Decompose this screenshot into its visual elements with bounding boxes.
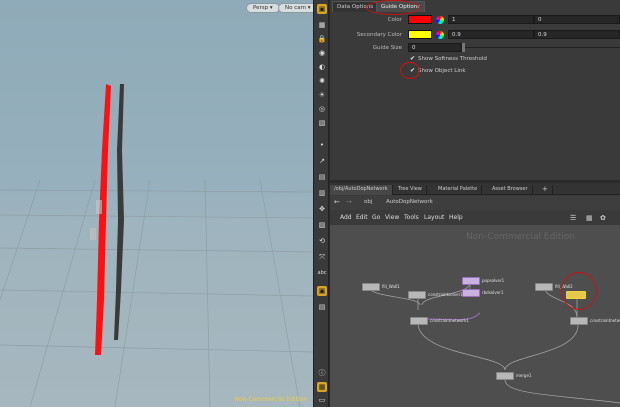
- node-fill-wall1-label: fill_Wall1: [382, 284, 400, 289]
- tab-tree-view[interactable]: Tree View: [394, 185, 427, 195]
- menu-view[interactable]: View: [385, 214, 399, 221]
- light-icon[interactable]: ✺: [317, 76, 327, 86]
- info-icon[interactable]: ⓘ: [317, 368, 327, 378]
- handle-icon[interactable]: ⤧: [317, 252, 327, 262]
- render-icon[interactable]: ▣: [317, 286, 327, 296]
- menu-edit[interactable]: Edit: [356, 214, 368, 221]
- menu-layout[interactable]: Layout: [424, 214, 444, 221]
- show-object-link-label: Show Object Link: [418, 68, 466, 74]
- menu-tools[interactable]: Tools: [404, 214, 419, 221]
- node-constraintsolver1[interactable]: [408, 291, 426, 299]
- secondary-color-swatch[interactable]: [408, 30, 432, 39]
- path-node[interactable]: AutoDopNetwork: [386, 199, 433, 205]
- shading-icon[interactable]: ▨: [317, 220, 327, 230]
- grid-view-icon[interactable]: ▦: [586, 214, 593, 222]
- single-view-icon[interactable]: ▭: [317, 395, 327, 404]
- network-tab-bar: /obj/AutoDopNetwork Tree View Material P…: [330, 183, 620, 195]
- node-highlight-ring: [561, 272, 597, 310]
- node-popsolver1[interactable]: [462, 277, 480, 285]
- show-softness-label: Show Softness Threshold: [418, 56, 487, 62]
- normal-icon[interactable]: ↗: [317, 156, 327, 166]
- palette-icon[interactable]: ✿: [600, 214, 606, 222]
- node-rbdsolver1-label: rbdsolver1: [482, 290, 504, 295]
- grid-icon[interactable]: ▦: [317, 20, 327, 30]
- persp-menu-button[interactable]: Persp ▾: [246, 3, 280, 13]
- lock-icon[interactable]: 🔒: [317, 34, 327, 44]
- node-constraintnetwork2[interactable]: [570, 317, 588, 325]
- color-g-field[interactable]: 0: [534, 15, 620, 24]
- viewport-toolbar: ▣ ▦ 🔒 ◉ ◐ ✺ ☀ ◎ ▧ • ↗ ▤ ▥ ✥ ▨ ⟲ ⤧ abc ▣ …: [313, 0, 329, 407]
- guide-size-label: Guide Size: [372, 45, 402, 51]
- red-guide-streak: [95, 84, 111, 355]
- checkbox-highlight-ring: [400, 62, 420, 79]
- persp-label: Persp: [253, 5, 269, 11]
- scene-viewport[interactable]: Persp ▾ No cam ▾ Non-Commercial Edition: [0, 0, 313, 407]
- color-swatch[interactable]: [408, 15, 432, 24]
- abc-icon[interactable]: abc: [317, 268, 327, 278]
- color-wheel-icon[interactable]: [436, 16, 444, 24]
- node-merge1[interactable]: [496, 372, 514, 380]
- guide-size-slider-handle[interactable]: [462, 43, 465, 52]
- node-constraintnetwork2-label: constraintnetwork2: [590, 318, 620, 323]
- tab-material-palette[interactable]: Material Palette: [434, 185, 483, 195]
- node-wires: [369, 282, 620, 404]
- parameter-pane: Data Options Guide Options Color 1 0 Sec…: [330, 0, 620, 180]
- path-root[interactable]: obj: [364, 199, 372, 205]
- forward-arrow-icon[interactable]: →: [346, 198, 352, 206]
- network-path-bar: ← → obj AutoDopNetwork: [330, 196, 620, 210]
- network-editor[interactable]: Non-Commercial Edition fill_Wall1 constr…: [330, 225, 620, 407]
- menu-add[interactable]: Add: [340, 214, 352, 221]
- network-pane: /obj/AutoDopNetwork Tree View Material P…: [330, 183, 620, 407]
- guide-size-field[interactable]: 0: [408, 43, 462, 52]
- point-icon[interactable]: •: [317, 140, 327, 150]
- black-guide-streak: [114, 84, 124, 340]
- node-constraintsolver1-label: constraintsolver1: [428, 292, 463, 297]
- display-icon[interactable]: ◐: [317, 62, 327, 72]
- select-tool-icon[interactable]: ▣: [317, 4, 327, 14]
- bulb-icon[interactable]: ☀: [317, 90, 327, 100]
- viewport-watermark: Non-Commercial Edition: [234, 396, 307, 403]
- back-arrow-icon[interactable]: ←: [334, 198, 340, 206]
- menu-go[interactable]: Go: [372, 214, 380, 221]
- camera-menu-button[interactable]: No cam ▾: [278, 3, 313, 13]
- show-softness-checkbox[interactable]: ✔: [410, 55, 415, 62]
- quad-view-icon[interactable]: ▦: [317, 382, 327, 392]
- secondary-color-label: Secondary Color: [356, 32, 402, 38]
- guide-size-slider-track[interactable]: [464, 47, 620, 48]
- tab-autodopnetwork[interactable]: /obj/AutoDopNetwork: [330, 185, 393, 195]
- snap-icon[interactable]: ✥: [317, 204, 327, 214]
- eye-icon[interactable]: ◎: [317, 104, 327, 114]
- wireframe-icon[interactable]: ▧: [317, 118, 327, 128]
- color-r-field[interactable]: 1: [448, 15, 534, 24]
- secondary-r-field[interactable]: 0.9: [448, 30, 534, 39]
- viewport-scene: [0, 84, 313, 407]
- node-merge1-label: merge1: [516, 373, 532, 378]
- node-fill-wall2[interactable]: [535, 283, 553, 291]
- texture-icon[interactable]: ▤: [317, 172, 327, 182]
- secondary-g-field[interactable]: 0.9: [534, 30, 620, 39]
- node-constraintnetwork1[interactable]: [410, 317, 428, 325]
- color-label: Color: [387, 17, 402, 23]
- node-rbdsolver1[interactable]: [462, 289, 480, 297]
- add-tab-icon[interactable]: +: [538, 185, 553, 195]
- secondary-color-wheel-icon[interactable]: [436, 31, 444, 39]
- node-constraintnetwork1-label: constraintnetwork1: [430, 318, 469, 323]
- node-fill-wall1[interactable]: [362, 283, 380, 291]
- camera-label: No cam: [285, 5, 306, 11]
- tab-asset-browser[interactable]: Asset Browser: [488, 185, 533, 195]
- transform-icon[interactable]: ⟲: [317, 236, 327, 246]
- node-popsolver1-label: popsolver1: [482, 278, 505, 283]
- overlay-icon[interactable]: ▥: [317, 188, 327, 198]
- layout-icon[interactable]: ▤: [317, 302, 327, 312]
- camera-icon[interactable]: ◉: [317, 48, 327, 58]
- list-view-icon[interactable]: ☰: [570, 214, 576, 222]
- tab-highlight-ring: [366, 0, 420, 15]
- menu-help[interactable]: Help: [449, 214, 463, 221]
